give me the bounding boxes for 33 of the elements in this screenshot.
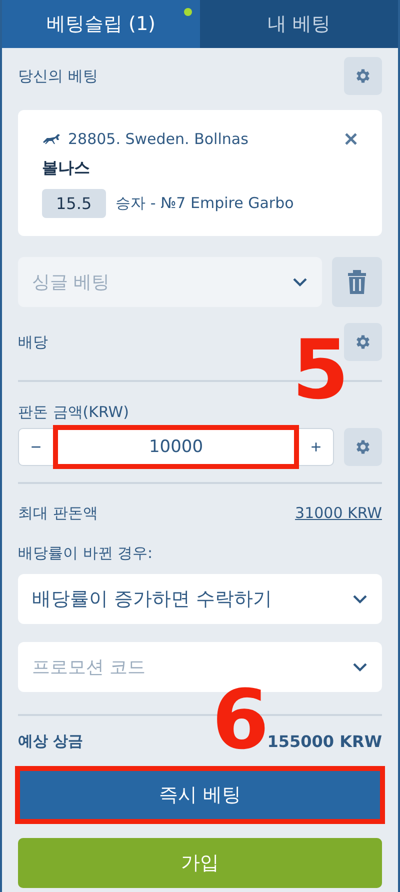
event-name: 28805. Sweden. Bollnas [68,130,250,148]
potential-win-label: 예상 상금 [18,732,84,750]
max-stake-label: 최대 판돈액 [18,504,98,522]
chevron-down-icon [292,277,308,287]
close-icon[interactable] [344,132,358,146]
chevron-down-icon [352,594,368,604]
gear-icon [354,67,372,85]
odds-change-label: 배당률이 바뀐 경우: [18,544,153,562]
stake-label: 판돈 금액(KRW) [18,403,129,422]
tab[interactable]: 내 베팅 [200,0,398,48]
selection-text: 승자 - №7 Empire Garbo [116,194,294,213]
step-number: 5 [292,330,350,412]
settings-button[interactable] [344,57,382,95]
gear-icon [354,438,372,456]
odds-change-select[interactable]: 배당률이 증가하면 수락하기 [18,574,382,624]
section-title: 당신의 베팅 [18,66,98,86]
settings-button[interactable] [344,323,382,361]
tab[interactable]: 베팅슬립 (1) [2,0,200,48]
market-name: 볼나스 [42,158,91,179]
increase-button[interactable]: + [299,436,333,458]
horse-icon [42,133,62,145]
delete-button[interactable] [332,257,382,307]
decrease-button[interactable]: − [19,436,53,458]
place-bet-button[interactable]: 즉시 베팅 [15,766,385,824]
stake-input[interactable]: 10000 [53,425,299,469]
trash-icon [347,270,367,294]
potential-win-value: 155000 KRW [267,732,382,750]
settings-button[interactable] [344,428,382,466]
odds-label: 배당 [18,332,48,352]
odds-value: 15.5 [42,189,106,218]
max-stake-link[interactable]: 31000 KRW [295,504,382,522]
gear-icon [354,333,372,351]
chevron-down-icon [352,662,368,672]
